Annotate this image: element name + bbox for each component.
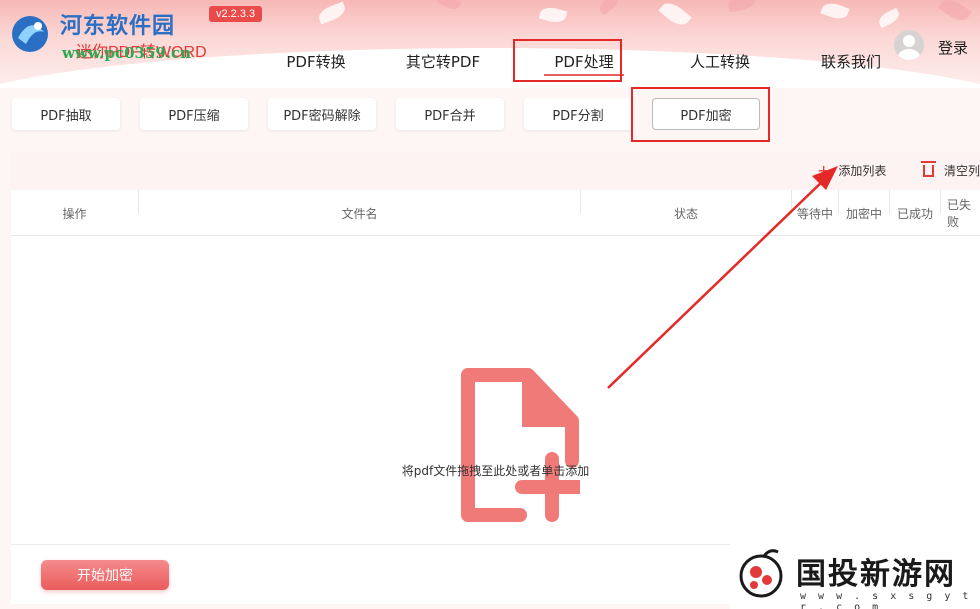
- subtab-label: PDF加密: [680, 108, 732, 124]
- clear-list-button[interactable]: 清空列: [921, 160, 980, 179]
- watermark-url: w w w . s x s g y t r . c o m: [800, 591, 972, 609]
- petal-decoration: [820, 0, 850, 23]
- tab-manual-convert[interactable]: 人工转换: [652, 40, 788, 82]
- tab-label: 联系我们: [820, 52, 881, 71]
- site-name: 河东软件园: [60, 13, 176, 39]
- subtab-label: PDF密码解除: [283, 108, 361, 124]
- subtab-pdf-encrypt[interactable]: PDF加密: [652, 98, 760, 130]
- add-file-icon: [461, 368, 580, 522]
- list-toolbar: + 添加列表 清空列: [11, 152, 980, 190]
- tab-label: 人工转换: [689, 52, 750, 71]
- add-list-button[interactable]: + 添加列表: [817, 162, 886, 179]
- watermark-name: 国投新游网: [796, 557, 956, 592]
- site-url: www.pc0359.cn: [62, 44, 192, 62]
- column-header-success: 已成功: [896, 206, 933, 221]
- clear-list-label: 清空列: [944, 164, 980, 178]
- drop-zone-hint: 将pdf文件拖拽至此处或者单击添加: [401, 464, 590, 478]
- petal-decoration: [436, 0, 462, 13]
- tab-other-to-pdf[interactable]: 其它转PDF: [370, 40, 516, 82]
- watermark: 国投新游网 w w w . s x s g y t r . c o m: [730, 541, 980, 609]
- subtab-label: PDF压缩: [168, 108, 220, 124]
- column-header-failed: 已失败: [947, 198, 972, 229]
- site-logo-icon: [12, 16, 48, 52]
- tab-pdf-convert[interactable]: PDF转换: [262, 40, 370, 82]
- subtab-label: PDF抽取: [40, 108, 92, 124]
- column-header-filename: 文件名: [341, 206, 378, 221]
- petal-decoration: [938, 0, 972, 26]
- file-drop-zone[interactable]: 将pdf文件拖拽至此处或者单击添加: [11, 237, 980, 544]
- subtab-pdf-extract[interactable]: PDF抽取: [12, 98, 120, 130]
- add-list-label: 添加列表: [838, 164, 887, 178]
- plus-icon: +: [817, 160, 831, 180]
- petal-decoration: [538, 4, 568, 26]
- tab-label: 其它转PDF: [405, 52, 481, 71]
- petal-decoration: [316, 1, 348, 25]
- subtab-pdf-split[interactable]: PDF分割: [524, 98, 632, 130]
- tab-label: PDF转换: [286, 52, 346, 71]
- main-nav: PDF转换 其它转PDF PDF处理 人工转换 联系我们: [262, 40, 914, 82]
- column-header-waiting: 等待中: [796, 206, 833, 221]
- subtab-pdf-merge[interactable]: PDF合并: [396, 98, 504, 130]
- trash-icon: [921, 160, 936, 177]
- pdf-tools-tabs: PDF抽取 PDF压缩 PDF密码解除 PDF合并 PDF分割 PDF加密: [0, 88, 980, 148]
- column-header-status: 状态: [673, 206, 698, 221]
- petal-decoration: [876, 7, 902, 29]
- tab-pdf-process[interactable]: PDF处理: [516, 40, 652, 82]
- table-header: 操作 文件名 状态 等待中 加密中 已成功 已失败: [11, 190, 980, 236]
- watermark-logo-icon: [739, 549, 783, 598]
- tab-label: PDF处理: [554, 52, 614, 71]
- subtab-pdf-compress[interactable]: PDF压缩: [140, 98, 248, 130]
- active-tab-underline: [544, 74, 624, 76]
- login-link[interactable]: 登录: [938, 37, 968, 58]
- subtab-label: PDF分割: [552, 108, 604, 124]
- user-avatar-icon[interactable]: [894, 30, 924, 60]
- subtab-label: PDF合并: [424, 108, 476, 124]
- petal-decoration: [596, 0, 622, 16]
- column-header-action: 操作: [62, 206, 87, 221]
- petal-decoration: [726, 0, 758, 13]
- version-badge: v2.2.3.3: [209, 6, 263, 22]
- petal-decoration: [658, 0, 692, 30]
- start-encrypt-button[interactable]: 开始加密: [41, 560, 169, 590]
- file-list-panel: + 添加列表 清空列 操作 文件名 状态 等待中 加密中 已成功 已失败 将pd…: [11, 152, 980, 604]
- column-header-encrypting: 加密中: [845, 206, 882, 221]
- subtab-pdf-password-remove[interactable]: PDF密码解除: [268, 98, 376, 130]
